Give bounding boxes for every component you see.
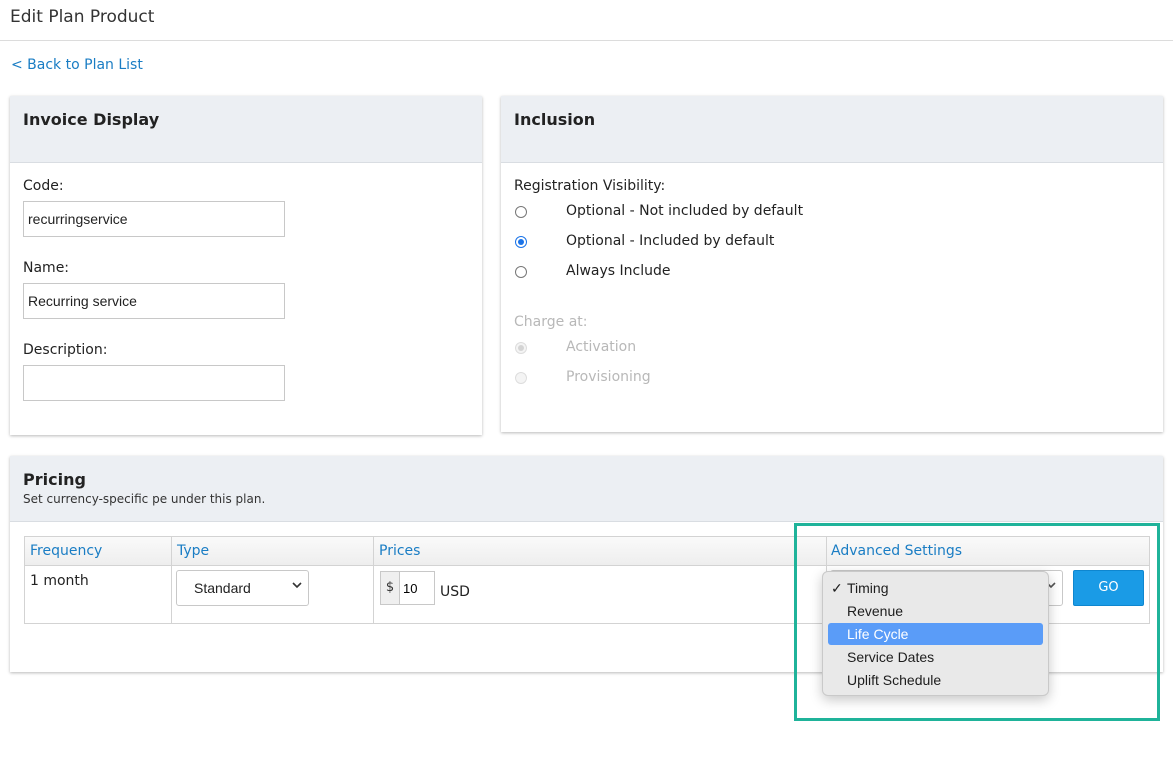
type-select[interactable]: Standard: [176, 570, 309, 606]
radio-always-include[interactable]: [515, 266, 527, 278]
pricing-header: Pricing Set currency-specific pe under t…: [10, 456, 1163, 522]
option-timing[interactable]: ✓ Timing: [828, 577, 1043, 599]
option-revenue[interactable]: Revenue: [828, 600, 1043, 622]
inclusion-header: Inclusion: [501, 96, 1163, 163]
radio-label-optional-included: Optional - Included by default: [566, 233, 775, 249]
col-advanced-settings[interactable]: Advanced Settings: [831, 543, 962, 559]
option-label: Service Dates: [847, 649, 935, 665]
col-divider: [373, 537, 374, 623]
pricing-subtitle: Set currency-specific pe under this plan…: [23, 492, 266, 506]
option-label: Uplift Schedule: [847, 672, 942, 688]
radio-optional-not-included[interactable]: [515, 206, 527, 218]
invoice-display-title: Invoice Display: [23, 110, 159, 129]
registration-visibility-label: Registration Visibility:: [514, 178, 666, 194]
charge-at-label: Charge at:: [514, 314, 588, 330]
name-label: Name:: [23, 260, 70, 276]
radio-provisioning: [515, 372, 527, 384]
pricing-table-header: Frequency Type Prices Advanced Settings: [25, 537, 1149, 566]
radio-label-activation: Activation: [566, 339, 637, 355]
radio-optional-included[interactable]: [515, 236, 527, 248]
frequency-value: 1 month: [30, 573, 89, 589]
option-life-cycle[interactable]: Life Cycle: [828, 623, 1043, 645]
inclusion-title: Inclusion: [514, 110, 596, 129]
page-title: Edit Plan Product: [10, 7, 155, 27]
advanced-settings-dropdown: ✓ Timing Revenue Life Cycle Service Date…: [822, 571, 1049, 696]
option-label: Revenue: [847, 603, 904, 619]
invoice-display-panel: Invoice Display Code: Name: Description:: [10, 96, 482, 435]
inclusion-panel: Inclusion Registration Visibility: Optio…: [501, 96, 1163, 432]
currency-symbol: $: [381, 572, 400, 604]
option-service-dates[interactable]: Service Dates: [828, 646, 1043, 668]
code-input[interactable]: [23, 201, 285, 237]
option-label: Life Cycle: [847, 626, 909, 642]
radio-activation: [515, 342, 527, 354]
checkmark-icon: ✓: [831, 580, 843, 596]
col-prices[interactable]: Prices: [379, 543, 420, 559]
invoice-display-header: Invoice Display: [10, 96, 482, 163]
option-label: Timing: [847, 580, 889, 596]
radio-label-always-include: Always Include: [566, 263, 671, 279]
go-button[interactable]: GO: [1073, 570, 1144, 606]
price-input[interactable]: [401, 572, 437, 604]
radio-label-provisioning: Provisioning: [566, 369, 651, 385]
chevron-down-icon: [292, 582, 302, 589]
description-input[interactable]: [23, 365, 285, 401]
col-divider: [171, 537, 172, 623]
option-uplift-schedule[interactable]: Uplift Schedule: [828, 669, 1043, 691]
col-type[interactable]: Type: [177, 543, 209, 559]
price-input-group: $: [380, 571, 437, 605]
page-header: Edit Plan Product: [0, 0, 1173, 41]
type-select-value: Standard: [194, 580, 251, 596]
pricing-title: Pricing: [23, 470, 86, 489]
name-input[interactable]: [23, 283, 285, 319]
radio-label-optional-not-included: Optional - Not included by default: [566, 203, 804, 219]
code-label: Code:: [23, 178, 64, 194]
currency-code: USD: [440, 584, 470, 600]
description-label: Description:: [23, 342, 108, 358]
col-frequency[interactable]: Frequency: [30, 543, 102, 559]
back-to-plan-list-link[interactable]: < Back to Plan List: [11, 57, 143, 73]
